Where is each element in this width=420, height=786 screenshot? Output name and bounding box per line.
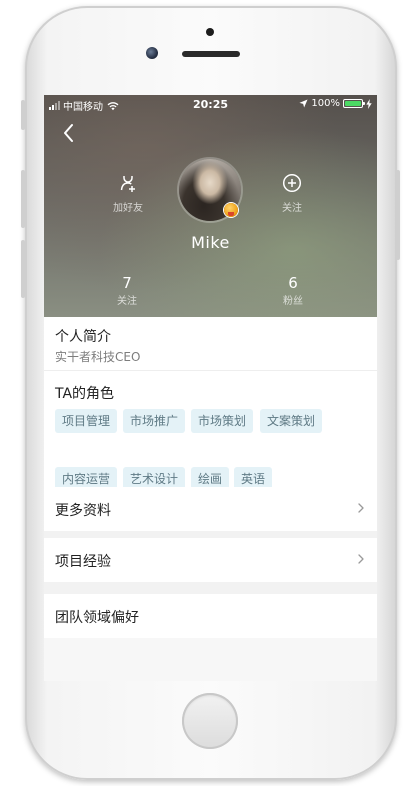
roles-title: TA的角色 [55, 386, 115, 402]
back-button[interactable] [62, 123, 82, 147]
chevron-right-icon [358, 503, 364, 513]
profile-header: 中国移动 20:25 100% 加好友 关注 Mike 7 关注 6 粉丝 [44, 95, 377, 317]
section-gap [44, 582, 377, 594]
power-button [396, 170, 400, 260]
fans-count-value: 6 [288, 274, 298, 292]
volume-up-button [21, 170, 25, 228]
status-right: 100% [299, 98, 372, 109]
fans-count-label: 粉丝 [283, 296, 303, 307]
team-preference-label: 团队领域偏好 [55, 610, 139, 626]
intro-text: 实干者科技CEO [55, 350, 141, 364]
follow-label: 关注 [282, 203, 302, 214]
plus-circle-icon [282, 173, 302, 193]
following-count-value: 7 [122, 274, 132, 292]
home-button[interactable] [182, 693, 238, 749]
role-tag[interactable]: 绘画 [191, 467, 230, 487]
following-count[interactable]: 7 关注 [97, 274, 157, 308]
team-preference-row[interactable]: 团队领域偏好 [44, 594, 377, 638]
role-tag[interactable]: 英语 [234, 467, 273, 487]
location-arrow-icon [299, 99, 308, 108]
chevron-right-icon [358, 554, 364, 564]
app-screen: 中国移动 20:25 100% 加好友 关注 Mike 7 关注 6 粉丝 个人… [44, 95, 377, 681]
charging-bolt-icon [366, 98, 372, 109]
front-camera [146, 47, 158, 59]
more-info-label: 更多资料 [55, 503, 111, 519]
project-experience-row[interactable]: 项目经验 [44, 538, 377, 582]
battery-icon [343, 99, 365, 108]
status-bar: 中国移动 20:25 100% [44, 95, 377, 115]
intro-title: 个人简介 [55, 329, 111, 345]
intro-section: 个人简介 实干者科技CEO [44, 317, 377, 369]
bottom-area [44, 638, 377, 681]
earpiece-speaker [182, 51, 240, 57]
battery-percent: 100% [311, 98, 340, 109]
more-info-row[interactable]: 更多资料 [44, 487, 377, 531]
role-tag[interactable]: 市场策划 [191, 409, 254, 433]
role-tag[interactable]: 文案策划 [260, 409, 323, 433]
battery-level-fill [345, 101, 361, 106]
add-friend-button[interactable]: 加好友 [98, 173, 158, 214]
user-name: Mike [191, 233, 230, 252]
roles-section: TA的角色 项目管理 市场推广 市场策划 文案策划 内容运营 艺术设计 绘画 英… [44, 371, 377, 487]
fans-count[interactable]: 6 粉丝 [263, 274, 323, 308]
role-tag[interactable]: 市场推广 [123, 409, 186, 433]
role-tag[interactable]: 内容运营 [55, 467, 118, 487]
follow-button[interactable]: 关注 [262, 173, 322, 214]
add-friend-icon [120, 176, 135, 192]
volume-down-button [21, 240, 25, 298]
project-experience-label: 项目经验 [55, 554, 111, 570]
following-count-label: 关注 [117, 296, 137, 307]
role-tag[interactable]: 项目管理 [55, 409, 118, 433]
proximity-sensor [206, 28, 214, 36]
role-tag[interactable]: 艺术设计 [123, 467, 186, 487]
mute-switch [21, 100, 25, 130]
vip-badge-icon [224, 203, 238, 217]
chevron-left-icon [64, 124, 73, 142]
section-gap [44, 531, 377, 538]
add-friend-label: 加好友 [113, 203, 143, 214]
